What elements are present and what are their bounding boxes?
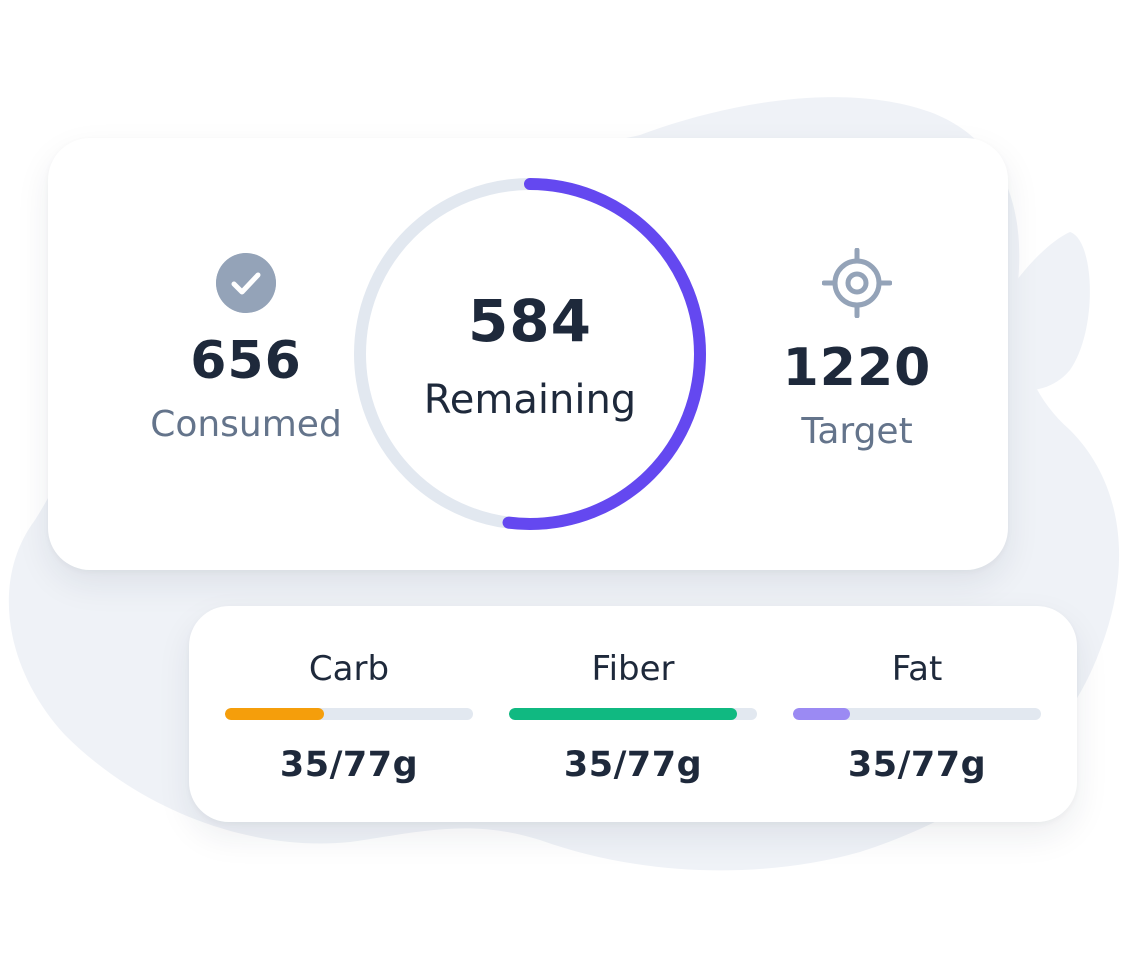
nutrition-dashboard: 656 Consumed 584 Remaining 1220 Target C…: [0, 0, 1125, 960]
macro-fiber-track: [509, 708, 757, 720]
macro-fat-fill: [793, 708, 851, 720]
remaining-value: 584: [467, 287, 593, 355]
target-stat: 1220 Target: [737, 248, 977, 450]
check-circle-icon: [216, 253, 276, 313]
macro-fiber: Fiber 35/77g: [509, 652, 757, 783]
macro-carb: Carb 35/77g: [225, 652, 473, 783]
macro-carb-amount: 35/77g: [279, 745, 419, 785]
calorie-summary-card: 656 Consumed 584 Remaining 1220 Target: [48, 138, 1008, 570]
remaining-label: Remaining: [423, 377, 637, 423]
consumed-stat: 656 Consumed: [126, 253, 366, 443]
macro-fat-name: Fat: [891, 649, 943, 689]
macro-carb-track: [225, 708, 473, 720]
macro-carb-name: Carb: [308, 649, 390, 689]
macro-fiber-amount: 35/77g: [563, 745, 703, 785]
consumed-label: Consumed: [150, 404, 342, 445]
target-icon: [822, 248, 892, 318]
target-value: 1220: [782, 338, 932, 398]
macro-fat: Fat 35/77g: [793, 652, 1041, 783]
macro-fat-amount: 35/77g: [847, 745, 987, 785]
remaining-ring: 584 Remaining: [352, 176, 708, 532]
macro-fat-track: [793, 708, 1041, 720]
macro-carb-fill: [225, 708, 325, 720]
macros-card: Carb 35/77g Fiber 35/77g Fat 35/77g: [189, 606, 1077, 822]
macro-fiber-fill: [509, 708, 738, 720]
target-label: Target: [801, 411, 913, 452]
ring-center: 584 Remaining: [352, 176, 708, 532]
consumed-value: 656: [190, 331, 302, 391]
macro-fiber-name: Fiber: [591, 649, 675, 689]
